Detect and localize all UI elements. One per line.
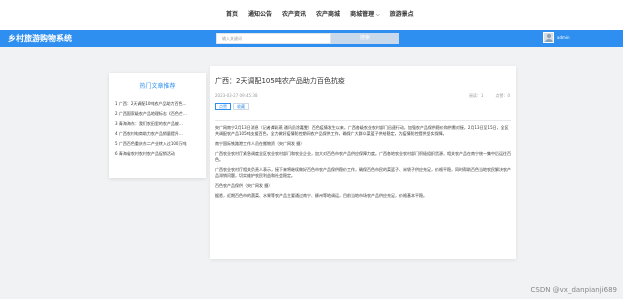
article-paragraph: 据悉，近期百色市的蔬菜、水果等农产品主要通过南宁、柳州等地调运，目前当地市场农产… [215,193,427,198]
divider [215,120,511,121]
article-paragraph: 百色农产品保供（央广网发 摄） [215,183,273,188]
list-item[interactable]: 3 青海海东：我们农田里的农产品被… [115,121,187,131]
like-count: 点赞：0 [495,93,510,98]
list-item[interactable]: 5 广西百色重庆东二产业转入过100万吨 [115,141,187,151]
article-stats: 阅读：1 点赞：0 [469,93,510,99]
hot-articles-title: 热门文章推荐 [139,83,176,90]
list-item[interactable]: 2 广西国家级农产品地理标志《百色芒… [115,111,187,121]
avatar[interactable] [543,32,554,43]
article-actions: 点赞 收藏 [215,103,249,110]
article-content: 央广网南宁2月13日消息（记者谭彩燕 通讯员涂嘉雯）百色疫情发生以来，广西各级农… [215,125,511,203]
list-item[interactable]: 4 广西农村电商助力农产品销量提升… [115,131,187,141]
header-bar: 乡村旅游购物系统 输入关键词 搜索 admin [0,30,623,47]
top-nav-items: 首页 通知公告 农产资讯 农产商城 商城管理 旅游景点 [226,10,424,20]
nav-mall-admin[interactable]: 商城管理 [350,10,380,20]
hot-articles-panel: 热门文章推荐 1 广西：2天调配10吨农产品助力百色… 2 广西国家级农产品地理… [109,73,206,178]
nav-home[interactable]: 首页 [226,10,238,20]
article-title: 广西：2天调配105吨农产品助力百色抗疫 [215,77,345,85]
nav-news[interactable]: 农产资讯 [282,10,306,20]
watermark: CSDN @vx_danpianji689 [530,286,617,294]
username[interactable]: admin [557,35,570,40]
hot-articles-list: 1 广西：2天调配10吨农产品助力百色… 2 广西国家级农产品地理标志《百色芒…… [115,101,187,161]
article-paragraph: 广西农业农村厅紧急调度全区农业农村部门和农业企业，加大对百色市农产品供应保障力度… [215,151,511,162]
article-date: 2023-03-27 09:45:38 [215,93,258,98]
site-title[interactable]: 乡村旅游购物系统 [8,33,72,44]
search-bar: 输入关键词 搜索 [216,33,399,44]
like-button[interactable]: 点赞 [215,103,231,110]
nav-mall[interactable]: 农产商城 [316,10,340,20]
list-item[interactable]: 6 青海省农村农村农产品促销活动 [115,151,187,161]
article-paragraph: 南宁国际铁路港工作人员在搬物资（央广网发 摄） [215,141,305,146]
favorite-button[interactable]: 收藏 [233,103,249,110]
search-button[interactable]: 搜索 [331,33,399,44]
list-item[interactable]: 1 广西：2天调配10吨农产品助力百色… [115,101,187,111]
nav-notice[interactable]: 通知公告 [248,10,272,20]
article-paragraph: 广西农业农村厅相关负责人表示，接下来将继续做好百色市农产品保供稳价工作，确保百色… [215,167,511,178]
search-input[interactable]: 输入关键词 [216,33,331,44]
article-panel: 广西：2天调配105吨农产品助力百色抗疫 2023-03-27 09:45:38… [210,66,516,259]
read-count: 阅读：1 [468,93,484,98]
top-nav: 首页 通知公告 农产资讯 农产商城 商城管理 旅游景点 [0,0,623,30]
article-paragraph: 央广网南宁2月13日消息（记者谭彩燕 通讯员涂嘉雯）百色疫情发生以来，广西各级农… [215,125,509,136]
user-menu[interactable]: admin [543,32,570,43]
nav-attractions[interactable]: 旅游景点 [390,10,414,20]
